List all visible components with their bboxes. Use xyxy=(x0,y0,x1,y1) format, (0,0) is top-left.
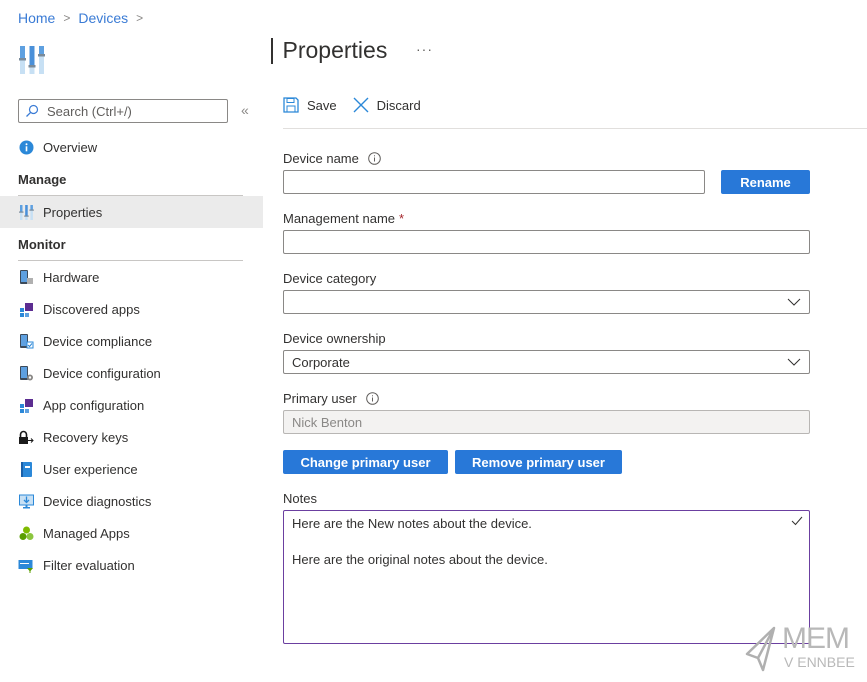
app-configuration-icon xyxy=(18,397,34,413)
breadcrumb: Home > Devices > xyxy=(18,10,151,26)
more-options-button[interactable]: ··· xyxy=(416,41,433,57)
sidebar-item-label: Overview xyxy=(43,139,98,155)
sidebar-item-label: Discovered apps xyxy=(43,301,140,317)
page-title-text: Properties xyxy=(282,37,388,63)
discard-button[interactable]: Discard xyxy=(353,97,421,113)
device-ownership-dropdown[interactable]: Corporate xyxy=(283,350,810,374)
sidebar-nav: Overview Manage Properties Monitor Hardw… xyxy=(0,131,263,581)
device-configuration-icon xyxy=(18,365,34,381)
sidebar-item-user-experience[interactable]: User experience xyxy=(0,453,263,485)
sidebar-item-overview[interactable]: Overview xyxy=(0,131,263,163)
watermark-text-sub: V ENNBEE xyxy=(784,654,855,670)
sidebar-item-label: User experience xyxy=(43,461,138,477)
chevron-down-icon xyxy=(787,298,801,306)
toolbar-divider xyxy=(283,128,867,129)
nav-section-monitor: Monitor xyxy=(18,228,243,261)
remove-primary-user-button[interactable]: Remove primary user xyxy=(455,450,622,474)
required-indicator: * xyxy=(399,211,405,226)
filter-evaluation-icon xyxy=(18,557,34,573)
rename-button[interactable]: Rename xyxy=(721,170,810,194)
title-divider xyxy=(271,37,273,64)
sidebar-item-label: Properties xyxy=(43,204,103,220)
sidebar-item-label: Managed Apps xyxy=(43,525,130,541)
info-icon[interactable] xyxy=(365,392,379,405)
device-category-label: Device category xyxy=(283,271,377,286)
sidebar-item-label: Device diagnostics xyxy=(43,493,152,509)
sidebar-item-discovered-apps[interactable]: Discovered apps xyxy=(0,293,263,325)
sidebar-item-device-configuration[interactable]: Device configuration xyxy=(0,357,263,389)
management-name-label-text: Management name xyxy=(283,211,396,226)
sidebar-item-device-compliance[interactable]: Device compliance xyxy=(0,325,263,357)
sidebar-item-app-configuration[interactable]: App configuration xyxy=(0,389,263,421)
save-label: Save xyxy=(307,97,337,113)
breadcrumb-devices[interactable]: Devices xyxy=(78,10,128,26)
info-icon xyxy=(18,139,34,155)
device-category-dropdown[interactable] xyxy=(283,290,810,314)
chevron-right-icon: > xyxy=(63,11,71,25)
sidebar-item-label: Device compliance xyxy=(43,333,153,349)
sidebar-item-device-diagnostics[interactable]: Device diagnostics xyxy=(0,485,263,517)
primary-user-label: Primary user xyxy=(283,391,379,406)
device-ownership-label: Device ownership xyxy=(283,331,386,346)
device-ownership-value: Corporate xyxy=(292,354,350,370)
command-bar: Save Discard xyxy=(283,97,437,113)
sidebar-item-label: Hardware xyxy=(43,269,100,285)
change-primary-user-button[interactable]: Change primary user xyxy=(283,450,448,474)
hardware-icon xyxy=(18,269,34,285)
notes-line: Here are the New notes about the device. xyxy=(292,516,532,531)
info-icon[interactable] xyxy=(368,152,381,165)
chevron-down-icon xyxy=(787,358,801,366)
watermark-text-main: MEM xyxy=(782,622,850,655)
properties-icon xyxy=(18,204,34,220)
save-icon xyxy=(283,97,299,113)
management-name-input[interactable] xyxy=(283,230,810,254)
device-name-label-text: Device name xyxy=(283,151,359,166)
device-diagnostics-icon xyxy=(18,493,34,509)
sidebar-item-properties[interactable]: Properties xyxy=(0,196,263,228)
recovery-keys-icon xyxy=(18,429,34,445)
nav-section-manage: Manage xyxy=(18,163,243,196)
sidebar-item-recovery-keys[interactable]: Recovery keys xyxy=(0,421,263,453)
properties-blade-icon xyxy=(19,46,45,74)
sidebar-item-hardware[interactable]: Hardware xyxy=(0,261,263,293)
device-name-label: Device name xyxy=(283,151,381,166)
discard-label: Discard xyxy=(376,97,421,113)
search-input[interactable] xyxy=(45,102,225,120)
sidebar-item-filter-evaluation[interactable]: Filter evaluation xyxy=(0,549,263,581)
sidebar-item-label: Recovery keys xyxy=(43,429,129,445)
search-box[interactable] xyxy=(18,99,228,123)
sidebar-item-label: App configuration xyxy=(43,397,145,413)
collapse-sidebar-button[interactable]: « xyxy=(241,102,249,118)
device-compliance-icon xyxy=(18,333,34,349)
watermark-logo: MEM V ENNBEE xyxy=(744,622,859,674)
sidebar-item-label: Device configuration xyxy=(43,365,161,381)
discovered-apps-icon xyxy=(18,301,34,317)
close-icon xyxy=(353,97,369,113)
page-title: Properties xyxy=(271,37,387,64)
notes-line: Here are the original notes about the de… xyxy=(292,552,548,567)
notes-textarea[interactable]: Here are the New notes about the device.… xyxy=(283,510,810,644)
device-name-input[interactable] xyxy=(283,170,705,194)
chevron-right-icon: > xyxy=(136,11,144,25)
search-icon xyxy=(26,104,39,117)
sidebar-item-label: Filter evaluation xyxy=(43,557,135,573)
sidebar-item-managed-apps[interactable]: Managed Apps xyxy=(0,517,263,549)
breadcrumb-home[interactable]: Home xyxy=(18,10,55,26)
managed-apps-icon xyxy=(18,525,34,541)
primary-user-label-text: Primary user xyxy=(283,391,357,406)
primary-user-input xyxy=(283,410,810,434)
management-name-label: Management name * xyxy=(283,211,404,226)
notes-label: Notes xyxy=(283,491,317,506)
user-experience-icon xyxy=(18,461,34,477)
checkmark-icon xyxy=(791,516,803,526)
save-button[interactable]: Save xyxy=(283,97,337,113)
